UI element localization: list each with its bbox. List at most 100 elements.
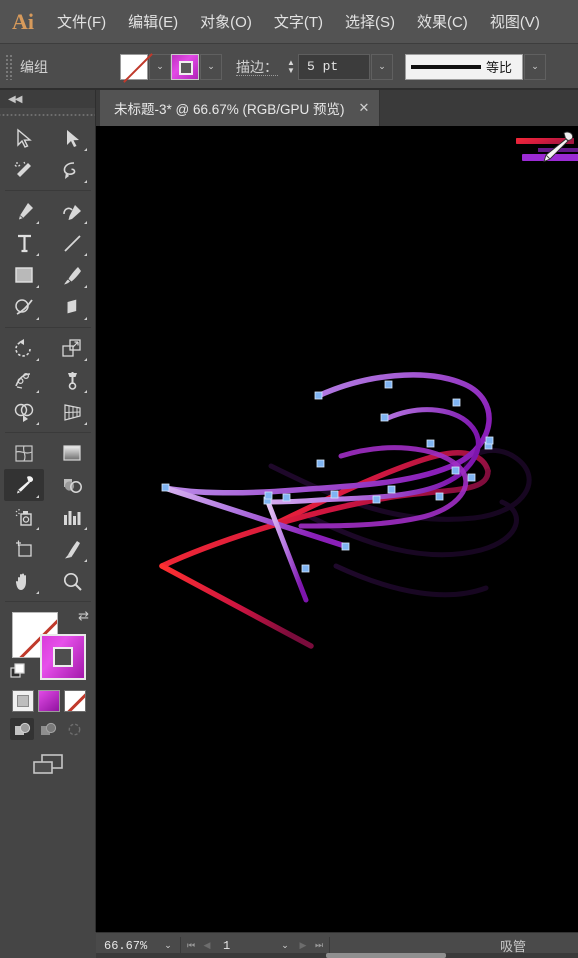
zoom-tool[interactable] — [52, 565, 92, 597]
first-artboard-button[interactable]: ⏮ — [183, 940, 199, 951]
rotate-tool[interactable] — [4, 332, 44, 364]
collapse-panel-icon[interactable]: ◀◀ — [8, 94, 22, 105]
tools-panel-grip[interactable] — [0, 108, 95, 122]
line-segment-tool[interactable] — [52, 227, 92, 259]
horizontal-scrollbar-thumb[interactable] — [326, 953, 446, 958]
artboard-tool[interactable] — [4, 533, 44, 565]
menu-view[interactable]: 视图(V) — [479, 7, 551, 36]
horizontal-scrollbar[interactable] — [96, 953, 578, 958]
gradient-tool[interactable] — [52, 437, 92, 469]
magic-wand-tool[interactable] — [4, 154, 44, 186]
tool-group-indicator — [36, 285, 39, 288]
stroke-dropdown-caret[interactable]: ⌄ — [200, 53, 222, 80]
artboard-dropdown-caret[interactable]: ⌄ — [275, 940, 295, 951]
stroke-weight-spinner[interactable]: ▲ ▼ — [284, 54, 298, 80]
type-tool[interactable] — [4, 227, 44, 259]
stroke-swatch[interactable] — [40, 634, 86, 680]
draw-normal-button[interactable] — [10, 718, 34, 740]
shape-builder-tool[interactable] — [4, 396, 44, 428]
document-tab[interactable]: 未标题-3* @ 66.67% (RGB/GPU 预览) ✕ — [100, 90, 381, 126]
tool-group-indicator — [84, 358, 87, 361]
color-mode-row — [0, 686, 95, 712]
blend-tool[interactable] — [52, 469, 92, 501]
artboard-canvas[interactable] — [96, 126, 578, 932]
selection-tool[interactable] — [4, 122, 44, 154]
scale-tool[interactable] — [52, 332, 92, 364]
hand-tool[interactable] — [4, 565, 44, 597]
tool-group-indicator — [36, 358, 39, 361]
tool-group-indicator — [84, 285, 87, 288]
eyedropper-cursor — [516, 130, 578, 181]
color-swatch-area: ⇄ — [0, 606, 96, 686]
tools-separator — [5, 432, 91, 433]
menu-bar: Ai 文件(F) 编辑(E) 对象(O) 文字(T) 选择(S) 效果(C) 视… — [0, 0, 578, 44]
stroke-weight-caret[interactable]: ⌄ — [371, 53, 393, 80]
zoom-dropdown-caret[interactable]: ⌄ — [158, 940, 178, 951]
color-mode-inner — [17, 695, 29, 707]
menu-effect[interactable]: 效果(C) — [406, 7, 479, 36]
paintbrush-tool[interactable] — [52, 259, 92, 291]
shaper-tool[interactable] — [4, 291, 44, 323]
tool-group-indicator — [36, 317, 39, 320]
symbol-sprayer-tool[interactable] — [4, 501, 44, 533]
fill-color-swatch[interactable] — [120, 53, 148, 80]
tool-group-indicator — [36, 253, 39, 256]
draw-behind-button[interactable] — [36, 718, 60, 740]
tools-panel: ◀◀ ⇄ — [0, 90, 96, 932]
color-mode-button[interactable] — [12, 690, 34, 712]
swap-fill-stroke-icon[interactable]: ⇄ — [78, 608, 89, 624]
tool-group-indicator — [84, 180, 87, 183]
last-artboard-button[interactable]: ⏭ — [311, 940, 327, 951]
tools-separator — [5, 327, 91, 328]
tool-group-indicator — [84, 559, 87, 562]
stroke-weight-label[interactable]: 描边： — [236, 57, 278, 77]
tool-group-indicator — [84, 221, 87, 224]
stroke-weight-input[interactable]: 5 pt — [298, 53, 370, 80]
selection-type-label: 编组 — [20, 58, 48, 75]
next-artboard-button[interactable]: ▶ — [295, 940, 311, 951]
tools-separator — [5, 190, 91, 191]
previous-artboard-button[interactable]: ◀ — [199, 940, 215, 951]
tools-panel-header[interactable]: ◀◀ — [0, 90, 95, 108]
document-tab-strip: 未标题-3* @ 66.67% (RGB/GPU 预览) ✕ — [96, 90, 578, 126]
free-transform-tool[interactable] — [52, 364, 92, 396]
brush-dropdown-caret[interactable]: ⌄ — [524, 53, 546, 80]
direct-selection-tool[interactable] — [52, 122, 92, 154]
brush-stroke-preview — [411, 64, 481, 69]
app-logo: Ai — [12, 8, 34, 34]
lasso-tool[interactable] — [52, 154, 92, 186]
rectangle-tool[interactable] — [4, 259, 44, 291]
none-mode-button[interactable] — [64, 690, 86, 712]
tool-group-indicator — [84, 148, 87, 151]
tool-group-indicator — [36, 390, 39, 393]
slice-tool[interactable] — [52, 533, 92, 565]
eraser-tool[interactable] — [52, 291, 92, 323]
eyedropper-tool[interactable] — [4, 469, 44, 501]
control-bar-grip[interactable] — [5, 53, 12, 80]
stroke-color-swatch[interactable] — [171, 53, 199, 80]
menu-file[interactable]: 文件(F) — [46, 7, 117, 36]
gradient-mode-button[interactable] — [38, 690, 60, 712]
drawing-mode-row — [0, 712, 95, 740]
menu-select[interactable]: 选择(S) — [334, 7, 406, 36]
draw-inside-button[interactable] — [62, 718, 86, 740]
statusbar-divider — [180, 936, 181, 955]
column-graph-tool[interactable] — [52, 501, 92, 533]
tool-group-indicator — [84, 390, 87, 393]
close-icon[interactable]: ✕ — [359, 100, 370, 116]
mesh-tool[interactable] — [4, 437, 44, 469]
screen-mode-button[interactable] — [0, 740, 95, 776]
width-tool[interactable] — [4, 364, 44, 396]
stroke-swatch-inner — [179, 60, 193, 75]
tool-group-indicator — [84, 527, 87, 530]
default-fill-stroke-icon[interactable] — [10, 663, 28, 686]
pen-tool[interactable] — [4, 195, 44, 227]
tool-group-indicator — [36, 495, 39, 498]
perspective-grid-tool[interactable] — [52, 396, 92, 428]
menu-type[interactable]: 文字(T) — [263, 7, 334, 36]
menu-object[interactable]: 对象(O) — [189, 7, 263, 36]
curvature-tool[interactable] — [52, 195, 92, 227]
menu-edit[interactable]: 编辑(E) — [117, 7, 189, 36]
fill-dropdown-caret[interactable]: ⌄ — [149, 53, 171, 80]
brush-definition-field[interactable]: 等比 — [405, 53, 523, 80]
